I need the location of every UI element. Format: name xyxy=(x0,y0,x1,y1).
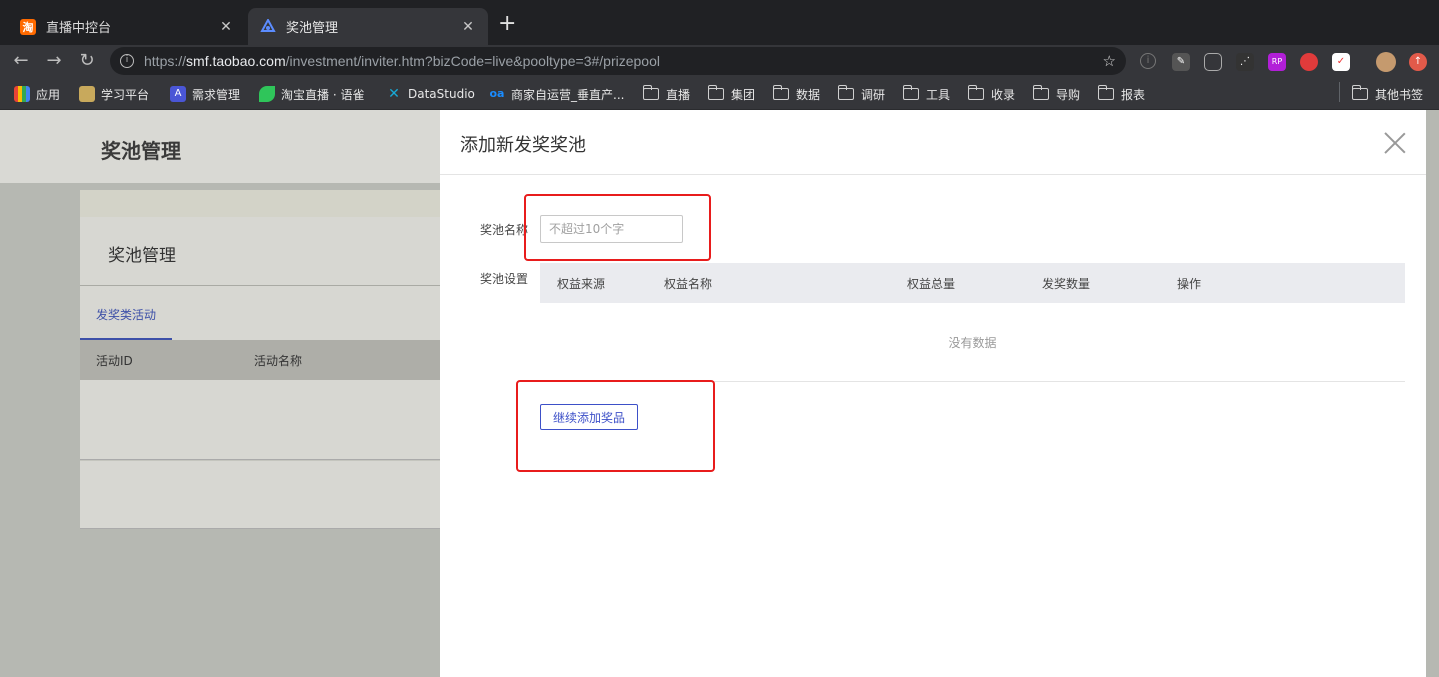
browser-tab-prizepool[interactable]: 奖池管理 ✕ xyxy=(248,8,488,45)
column-activity-id: 活动ID xyxy=(96,354,133,368)
flag-extension-icon[interactable]: ✓ xyxy=(1332,53,1350,71)
card-header: 奖池管理 xyxy=(80,217,440,286)
forward-arrow-icon[interactable]: → xyxy=(43,50,65,72)
close-tab-icon[interactable]: ✕ xyxy=(460,19,476,35)
app-logo-icon xyxy=(260,18,276,35)
column-total: 权益总量 xyxy=(907,277,956,291)
rp-extension-icon[interactable]: RP xyxy=(1268,53,1286,71)
back-arrow-icon[interactable]: ← xyxy=(10,50,32,72)
folder-icon xyxy=(902,85,919,100)
bookmark-folder-data[interactable]: 数据 xyxy=(772,84,820,104)
folder-icon xyxy=(1032,85,1049,100)
bookmark-folder-reports[interactable]: 报表 xyxy=(1097,84,1145,104)
bookmark-favicon-icon xyxy=(79,86,95,102)
bookmark-folder-tools[interactable]: 工具 xyxy=(902,84,950,104)
bookmark-folder-group[interactable]: 集团 xyxy=(707,84,755,104)
bookmark-star-icon[interactable]: ☆ xyxy=(1103,52,1116,70)
profile-avatar[interactable] xyxy=(1376,52,1396,72)
drawer-header: 添加新发奖奖池 xyxy=(440,110,1426,175)
table-row xyxy=(80,461,440,529)
browser-toolbar: ← → ↻ i https://smf.taobao.com/investmen… xyxy=(0,45,1439,78)
add-prize-pool-drawer: 添加新发奖奖池 奖池名称 奖池设置 权益来源 权益名称 权益总量 发奖数量 操作… xyxy=(440,110,1426,677)
column-award-count: 发奖数量 xyxy=(1042,277,1091,291)
drawer-title: 添加新发奖奖池 xyxy=(460,135,586,156)
close-tab-icon[interactable]: ✕ xyxy=(218,19,234,35)
tab-title: 直播中控台 xyxy=(46,21,112,36)
yuque-icon xyxy=(259,86,275,102)
pool-settings-label: 奖池设置 xyxy=(480,272,529,286)
table-row xyxy=(80,380,440,460)
bookmark-favicon-icon: oa xyxy=(489,87,505,100)
column-activity-name: 活动名称 xyxy=(254,354,303,368)
new-tab-button[interactable]: + xyxy=(498,12,516,36)
datastudio-icon: ✕ xyxy=(388,86,400,102)
bookmark-folder-collected[interactable]: 收录 xyxy=(967,84,1015,104)
bookmark-folder-research[interactable]: 调研 xyxy=(837,84,885,104)
pool-name-label: 奖池名称 xyxy=(480,223,529,237)
bookmark-other[interactable]: 其他书签 xyxy=(1351,84,1423,104)
browser-tab-console[interactable]: 淘 直播中控台 ✕ xyxy=(8,8,246,45)
bookmark-favicon-icon: A xyxy=(170,86,186,102)
pen-extension-icon[interactable]: ✎ xyxy=(1172,53,1190,71)
tab-bar: 发奖类活动 xyxy=(80,286,440,340)
content-card: 奖池管理 发奖类活动 活动ID 活动名称 xyxy=(80,190,440,529)
bookmark-separator xyxy=(1339,82,1340,102)
page-title: 奖池管理 xyxy=(101,139,181,163)
update-icon[interactable]: ↑ xyxy=(1409,53,1427,71)
card-strip xyxy=(80,190,440,217)
reload-icon[interactable]: ↻ xyxy=(76,50,98,72)
address-bar[interactable]: i https://smf.taobao.com/investment/invi… xyxy=(110,47,1126,75)
folder-icon xyxy=(642,85,659,100)
bookmark-requirements[interactable]: A 需求管理 xyxy=(170,84,240,104)
folder-icon xyxy=(1097,85,1114,100)
card-title: 奖池管理 xyxy=(108,246,176,266)
folder-icon xyxy=(772,85,789,100)
prize-table-header: 权益来源 权益名称 权益总量 发奖数量 操作 xyxy=(540,263,1405,303)
site-info-icon[interactable]: i xyxy=(120,54,134,68)
tab-title: 奖池管理 xyxy=(286,21,339,36)
bookmark-yuque[interactable]: 淘宝直播 · 语雀 xyxy=(259,84,364,104)
close-icon[interactable] xyxy=(1384,132,1406,154)
url-text: https://smf.taobao.com/investment/invite… xyxy=(144,53,660,69)
apps-grid-icon xyxy=(14,86,30,102)
taobao-favicon-icon: 淘 xyxy=(20,18,36,35)
empty-state: 没有数据 xyxy=(540,303,1405,382)
highlight-annotation xyxy=(516,380,715,472)
column-benefit-name: 权益名称 xyxy=(664,277,713,291)
folder-icon xyxy=(707,85,724,100)
bookmark-datastudio[interactable]: ✕ DataStudio xyxy=(386,84,475,104)
page-background: 奖池管理 奖池管理 发奖类活动 活动ID 活动名称 xyxy=(0,110,440,677)
column-actions: 操作 xyxy=(1177,277,1202,291)
bookmark-folder-live[interactable]: 直播 xyxy=(642,84,690,104)
folder-icon xyxy=(967,85,984,100)
highlight-annotation xyxy=(524,194,711,261)
pocket-extension-icon[interactable] xyxy=(1204,53,1222,71)
bookmark-merchant[interactable]: oa 商家自运营_垂直产... xyxy=(489,84,625,104)
red-extension-icon[interactable] xyxy=(1300,53,1318,71)
bookmark-learning[interactable]: 学习平台 xyxy=(79,84,149,104)
column-source: 权益来源 xyxy=(557,277,606,291)
chart-extension-icon[interactable]: ⋰ xyxy=(1236,53,1254,71)
bookmarks-bar: 应用 学习平台 A 需求管理 淘宝直播 · 语雀 ✕ DataStudio oa… xyxy=(0,78,1439,110)
bookmark-folder-shopping[interactable]: 导购 xyxy=(1032,84,1080,104)
info-extension-icon[interactable]: i xyxy=(1140,53,1156,69)
table-header: 活动ID 活动名称 xyxy=(80,340,440,380)
tab-award-activities[interactable]: 发奖类活动 xyxy=(80,286,172,340)
bookmark-apps[interactable]: 应用 xyxy=(14,84,60,104)
folder-icon xyxy=(1351,85,1368,100)
folder-icon xyxy=(837,85,854,100)
page-header: 奖池管理 xyxy=(0,110,440,183)
browser-tab-bar: 淘 直播中控台 ✕ 奖池管理 ✕ + xyxy=(0,0,1439,45)
page-edge xyxy=(1426,110,1439,677)
